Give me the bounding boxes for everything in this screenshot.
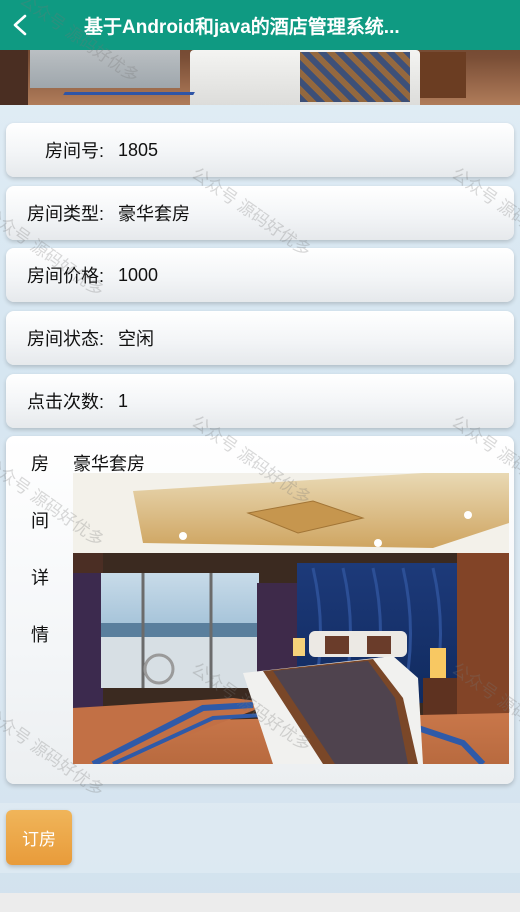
click-count-row: 点击次数: 1 <box>6 374 514 428</box>
click-count-value: 1 <box>118 390 129 411</box>
app-header: 基于Android和java的酒店管理系统... <box>0 0 520 50</box>
room-number-label: 房间号: <box>44 141 104 161</box>
bottom-bar <box>0 893 520 912</box>
room-type-value: 豪华套房 <box>118 204 190 224</box>
chevron-left-icon <box>13 14 27 36</box>
room-detail-label-char: 详 <box>31 568 49 588</box>
room-detail-card: 房 间 详 情 豪华套房 <box>6 436 514 784</box>
room-detail-label: 房 间 详 情 <box>28 450 52 678</box>
room-status-row: 房间状态: 空闲 <box>6 311 514 365</box>
back-button[interactable] <box>0 0 40 50</box>
room-price-value: 1000 <box>118 264 159 285</box>
room-status-label: 房间状态: <box>26 329 104 349</box>
hero-nightstand <box>420 52 466 98</box>
book-room-button[interactable]: 订房 <box>6 810 72 865</box>
click-count-label: 点击次数: <box>26 392 104 412</box>
action-bar <box>0 803 520 873</box>
page-title: 基于Android和java的酒店管理系统... <box>84 16 400 38</box>
room-detail-label-char: 情 <box>31 625 49 645</box>
room-type-row: 房间类型: 豪华套房 <box>6 186 514 240</box>
hero-curtain <box>0 50 28 105</box>
room-type-label: 房间类型: <box>26 204 104 224</box>
room-photo <box>73 473 509 764</box>
room-price-label: 房间价格: <box>26 266 104 286</box>
hero-rug <box>55 92 195 105</box>
hero-bed-runner <box>300 52 410 102</box>
room-number-row: 房间号: 1805 <box>6 123 514 177</box>
room-detail-label-char: 间 <box>31 511 49 531</box>
room-number-value: 1805 <box>118 139 159 160</box>
hero-window <box>30 48 180 88</box>
room-status-value: 空闲 <box>118 329 154 349</box>
room-price-row: 房间价格: 1000 <box>6 248 514 302</box>
room-photo-illustration <box>73 473 509 764</box>
room-detail-label-char: 房 <box>31 454 49 474</box>
